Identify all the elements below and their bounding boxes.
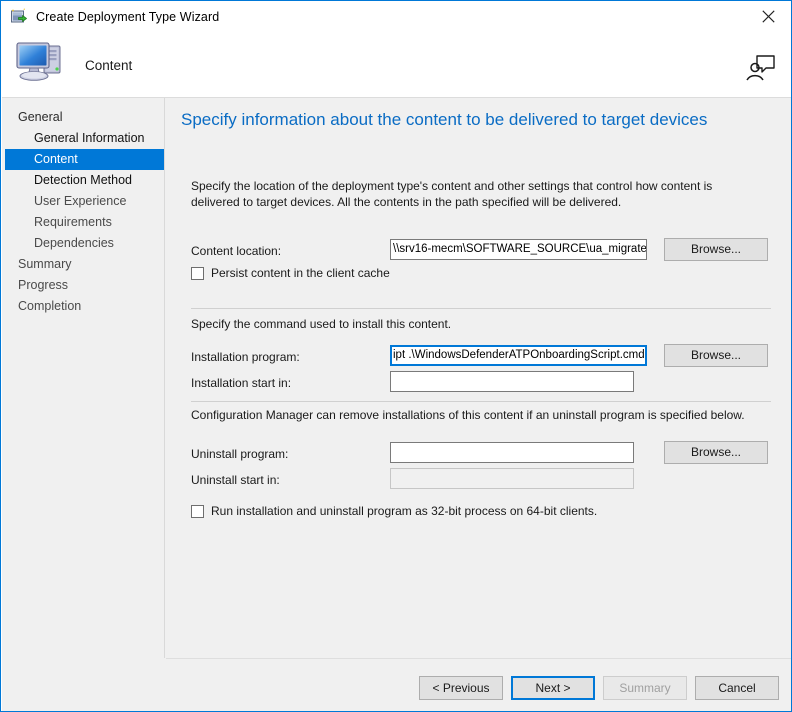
sidebar-item-user-experience[interactable]: User Experience — [2, 191, 164, 212]
text-caret — [644, 347, 646, 360]
next-button[interactable]: Next > — [511, 676, 595, 700]
wizard-footer: < Previous Next > Summary Cancel — [166, 658, 791, 711]
content-location-label: Content location: — [191, 244, 282, 258]
wizard-body: General General Information Content Dete… — [2, 98, 791, 711]
separator-uninstall — [191, 401, 771, 402]
sidebar-item-general[interactable]: General — [2, 107, 164, 128]
sidebar-item-completion[interactable]: Completion — [2, 296, 164, 317]
sidebar-item-general-information[interactable]: General Information — [2, 128, 164, 149]
sidebar-item-detection-method[interactable]: Detection Method — [2, 170, 164, 191]
browse-installation-program-button[interactable]: Browse... — [664, 344, 768, 367]
persist-content-checkbox-label: Persist content in the client cache — [211, 266, 390, 280]
browse-uninstall-program-button[interactable]: Browse... — [664, 441, 768, 464]
uninstall-program-label: Uninstall program: — [191, 447, 289, 461]
uninstall-program-input[interactable] — [390, 442, 634, 463]
sidebar-item-progress[interactable]: Progress — [2, 275, 164, 296]
summary-button: Summary — [603, 676, 687, 700]
presenter-help-icon[interactable] — [743, 50, 777, 82]
installation-program-label: Installation program: — [191, 350, 300, 364]
checkbox-box[interactable] — [191, 266, 204, 280]
installation-start-in-label: Installation start in: — [191, 376, 292, 390]
title-bar: Create Deployment Type Wizard — [1, 1, 791, 33]
installation-program-value: ipt .\WindowsDefenderATPOnboardingScript… — [393, 349, 645, 361]
create-deployment-type-wizard-window: Create Deployment Type Wizard Content Ge… — [0, 0, 792, 712]
page-title: Specify information about the content to… — [181, 110, 708, 129]
close-icon[interactable] — [745, 1, 791, 32]
uninstall-section-text: Configuration Manager can remove install… — [191, 408, 745, 422]
content-pane: Specify information about the content to… — [166, 98, 791, 658]
uninstall-start-in-label: Uninstall start in: — [191, 473, 280, 487]
deployment-wizard-icon — [10, 8, 28, 26]
wizard-step-navigation: General General Information Content Dete… — [2, 98, 165, 658]
sidebar-item-requirements[interactable]: Requirements — [2, 212, 164, 233]
persist-content-checkbox[interactable]: Persist content in the client cache — [191, 266, 390, 280]
sidebar-item-dependencies[interactable]: Dependencies — [2, 233, 164, 254]
computer-icon — [13, 36, 67, 86]
install-section-text: Specify the command used to install this… — [191, 317, 452, 331]
cancel-button[interactable]: Cancel — [695, 676, 779, 700]
installation-program-input[interactable]: ipt .\WindowsDefenderATPOnboardingScript… — [390, 345, 647, 366]
browse-content-location-button[interactable]: Browse... — [664, 238, 768, 261]
run-32bit-checkbox[interactable]: Run installation and uninstall program a… — [191, 504, 597, 518]
window-title: Create Deployment Type Wizard — [36, 10, 220, 24]
previous-button[interactable]: < Previous — [419, 676, 503, 700]
page-description: Specify the location of the deployment t… — [191, 179, 713, 209]
separator-install — [191, 308, 771, 309]
wizard-banner: Content — [2, 33, 791, 98]
sidebar-item-content[interactable]: Content — [5, 149, 164, 170]
uninstall-start-in-input — [390, 468, 634, 489]
installation-start-in-input[interactable] — [390, 371, 634, 392]
content-location-input[interactable]: \\srv16-mecm\SOFTWARE_SOURCE\ua_migrate — [390, 239, 647, 260]
sidebar-item-summary[interactable]: Summary — [2, 254, 164, 275]
checkbox-box[interactable] — [191, 504, 204, 518]
banner-page-title: Content — [85, 58, 133, 73]
run-32bit-checkbox-label: Run installation and uninstall program a… — [211, 504, 598, 518]
